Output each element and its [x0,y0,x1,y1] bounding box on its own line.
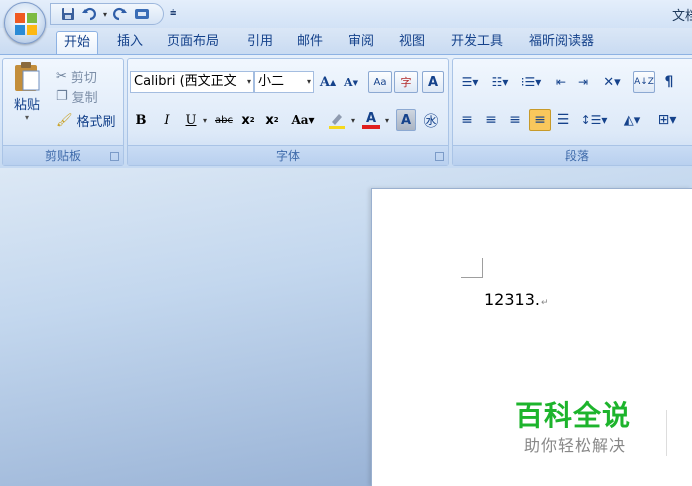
enclose-characters-icon[interactable]: ㊌ [420,109,442,131]
watermark-brand: 百科全说 [515,399,632,432]
chinese-layout-icon[interactable]: ✕▾ [597,71,627,93]
page-margin-marker [461,258,483,278]
align-left-icon[interactable]: ≡ [457,109,477,131]
ribbon-tabs: 开始 插入 页面布局 引用 邮件 审阅 视图 开发工具 福昕阅读器 [0,28,692,54]
underline-dropdown-icon[interactable]: ▾ [200,109,210,131]
tab-insert[interactable]: 插入 [117,31,143,54]
tab-page-layout[interactable]: 页面布局 [167,31,219,54]
underline-icon[interactable]: U [182,109,200,131]
align-center-icon[interactable]: ≡ [481,109,501,131]
watermark-divider [666,410,667,456]
tab-home[interactable]: 开始 [56,31,99,54]
office-logo-icon [15,13,37,35]
title-bar: ▾ ⩧ 文档 [0,0,692,28]
font-size-dropdown-icon: ▾ [306,77,311,86]
font-family-dropdown-icon: ▾ [246,77,251,86]
line-spacing-icon[interactable]: ↕☰▾ [579,109,609,131]
shading-icon[interactable]: ◭▾ [617,109,647,131]
tab-view[interactable]: 视图 [399,31,425,54]
tab-mailings[interactable]: 邮件 [297,31,323,54]
clipboard-group: 粘贴 ▾ ✂ 剪切 ❐ 复制 🖌 格式刷 剪贴板 [2,58,124,166]
increase-indent-icon[interactable]: ⇥ [573,71,593,93]
paragraph-mark-icon: ↵ [540,298,549,308]
tab-developer[interactable]: 开发工具 [451,31,503,54]
font-family-combo[interactable]: Calibri (西文正文 ▾ [130,71,254,93]
tab-references[interactable]: 引用 [247,31,273,54]
paste-label: 粘贴 [13,98,40,113]
copy-button[interactable]: ❐ 复制 [56,87,98,106]
clear-formatting-icon[interactable]: Aa [368,71,392,93]
document-text-content: 12313. [484,290,540,309]
phonetic-guide-icon[interactable]: 字 [394,71,418,93]
font-family-value: Calibri (西文正文 [134,74,237,89]
tab-review[interactable]: 审阅 [348,31,374,54]
paste-dropdown-icon: ▾ [24,113,29,122]
watermark-slogan: 助你轻松解决 [524,436,627,455]
scissors-icon: ✂ [56,69,67,84]
font-group-label: 字体 [128,145,448,165]
bold-icon[interactable]: B [132,109,150,131]
bullets-icon[interactable]: ☰▾ [457,71,483,93]
window-title: 文档 [672,9,692,24]
character-shading-icon[interactable]: A [396,109,416,131]
strikethrough-icon[interactable]: abc [212,109,236,131]
grow-font-icon[interactable]: A ▲ [317,71,339,93]
cut-button[interactable]: ✂ 剪切 [56,67,97,86]
format-painter-button[interactable]: 🖌 格式刷 [56,111,116,130]
character-border-icon[interactable]: A [422,71,444,93]
font-group: Calibri (西文正文 ▾ 小二 ▾ A ▲ A ▼ Aa 字 A B I U … [127,58,449,166]
numbering-icon[interactable]: ☷▾ [487,71,513,93]
paste-icon [15,62,40,91]
sort-icon[interactable]: A↓Z [633,71,655,93]
change-case-icon[interactable]: Aa▾ [290,109,316,131]
justify-icon[interactable]: ≡ [529,109,551,131]
office-button[interactable] [4,2,46,44]
customize-toolbar-icon[interactable]: ⩧ [170,6,176,20]
copy-label: 复制 [71,91,98,106]
subscript-icon[interactable]: x2 [238,109,258,131]
document-text[interactable]: 12313.↵ [484,290,549,309]
undo-icon[interactable] [81,5,99,23]
format-painter-label: 格式刷 [76,115,116,130]
show-marks-icon[interactable]: ¶ [659,71,679,93]
clipboard-group-label: 剪贴板 [3,145,123,165]
cut-label: 剪切 [70,71,97,86]
highlight-icon[interactable] [326,109,348,131]
print-preview-icon[interactable] [133,5,151,23]
tab-foxit-reader[interactable]: 福昕阅读器 [529,31,594,54]
undo-dropdown-icon[interactable]: ▾ [103,10,107,19]
redo-icon[interactable] [111,5,129,23]
highlight-dropdown-icon[interactable]: ▾ [348,109,358,131]
clipboard-launcher-icon[interactable] [110,152,119,161]
font-color-icon[interactable]: A [360,109,382,131]
borders-icon[interactable]: ⊞▾ [651,109,683,131]
italic-icon[interactable]: I [158,109,176,131]
superscript-icon[interactable]: x2 [262,109,282,131]
paragraph-group: ☰▾ ☷▾ ⁝☰▾ ⇤ ⇥ ✕▾ A↓Z ¶ ≡ ≡ ≡ ≡ ☰ ↕☰▾ ◭▾ … [452,58,692,166]
format-painter-icon: 🖌 [56,113,73,128]
align-right-icon[interactable]: ≡ [505,109,525,131]
font-color-dropdown-icon[interactable]: ▾ [382,109,392,131]
save-icon[interactable] [59,5,77,23]
distributed-icon[interactable]: ☰ [553,109,573,131]
multilevel-list-icon[interactable]: ⁝☰▾ [517,71,545,93]
decrease-indent-icon[interactable]: ⇤ [551,71,571,93]
quick-access-toolbar: ▾ [50,3,164,25]
paste-button[interactable]: 粘贴 ▾ [7,61,47,123]
paragraph-group-label: 段落 [453,145,692,165]
font-size-value: 小二 [258,74,285,89]
ribbon: 粘贴 ▾ ✂ 剪切 ❐ 复制 🖌 格式刷 剪贴板 Calibri (西文正文 ▾… [0,54,692,168]
shrink-font-icon[interactable]: A ▼ [340,71,362,93]
font-size-combo[interactable]: 小二 ▾ [254,71,314,93]
font-launcher-icon[interactable] [435,152,444,161]
copy-icon: ❐ [56,89,68,104]
